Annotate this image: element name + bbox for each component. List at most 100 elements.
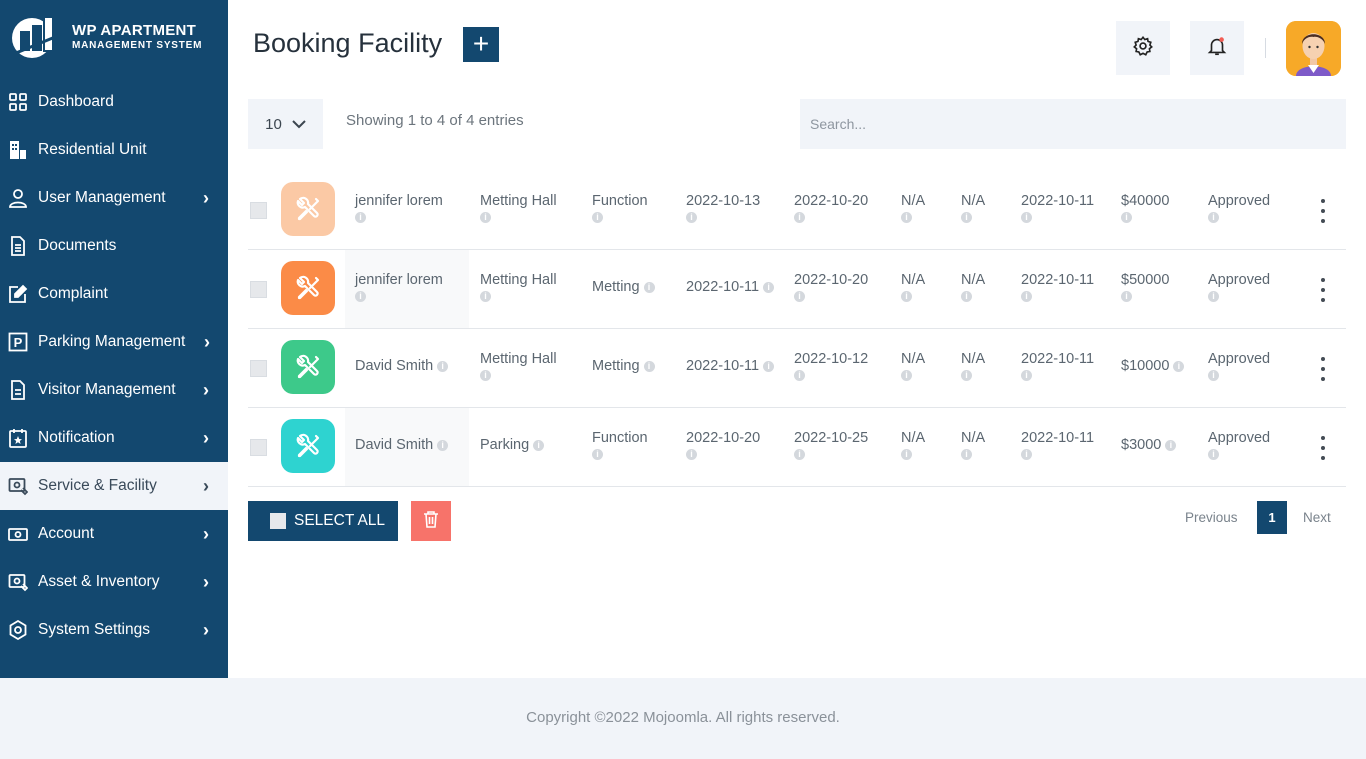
info-icon[interactable]: i	[794, 291, 805, 302]
row-actions-kebab-icon[interactable]	[1318, 278, 1328, 302]
info-icon[interactable]: i	[794, 370, 805, 381]
notifications-button[interactable]	[1190, 21, 1244, 75]
status-cell: Approved i	[1208, 272, 1270, 302]
info-icon[interactable]: i	[686, 449, 697, 460]
add-booking-button[interactable]: +	[463, 27, 499, 62]
info-icon[interactable]: i	[437, 360, 449, 372]
cell-text: 2022-10-11	[1021, 351, 1095, 367]
row-checkbox[interactable]	[250, 360, 267, 377]
amount-cell: $10000 i	[1121, 358, 1185, 374]
info-icon[interactable]: i	[1165, 439, 1177, 451]
info-icon[interactable]: i	[1208, 370, 1219, 381]
info-icon[interactable]: i	[794, 449, 805, 460]
info-icon[interactable]: i	[961, 212, 972, 223]
sidebar-item-parking-management[interactable]: P Parking Management ›	[0, 318, 228, 366]
info-icon[interactable]: i	[643, 360, 655, 372]
sidebar-item-label: Dashboard	[38, 93, 114, 110]
info-icon[interactable]: i	[961, 370, 972, 381]
info-icon[interactable]: i	[1121, 212, 1132, 223]
page-length-select[interactable]: 10	[248, 99, 323, 149]
info-icon[interactable]: i	[480, 212, 491, 223]
na-cell: N/A i	[901, 193, 925, 223]
settings-button[interactable]	[1116, 21, 1170, 75]
info-icon[interactable]: i	[794, 212, 805, 223]
facility-cell: Parking i	[480, 437, 545, 453]
amount-cell: $40000 i	[1121, 193, 1169, 223]
info-icon[interactable]: i	[901, 449, 912, 460]
info-icon[interactable]: i	[1208, 291, 1219, 302]
info-icon[interactable]: i	[1173, 360, 1185, 372]
brand-title: WP APARTMENT	[72, 21, 197, 39]
info-icon[interactable]: i	[1121, 291, 1132, 302]
sidebar-item-residential-unit[interactable]: Residential Unit	[0, 126, 228, 174]
table-row[interactable]: jennifer lorem i Metting Hall i Function i 202…	[248, 171, 1346, 250]
table-row[interactable]: David Smith i Parking i Function i 2022-10-20 i…	[248, 408, 1346, 487]
table-row[interactable]: David Smith i Metting Hall i Metting i 2022-10…	[248, 329, 1346, 408]
cell-text: N/A	[901, 430, 926, 446]
info-icon[interactable]: i	[355, 291, 366, 302]
cell-text: Approved	[1208, 351, 1271, 367]
info-icon[interactable]: i	[437, 439, 449, 451]
table-row[interactable]: jennifer lorem i Metting Hall i Metting i 2022…	[248, 250, 1346, 329]
info-icon[interactable]: i	[480, 291, 491, 302]
delete-selected-button[interactable]	[411, 501, 451, 541]
chevron-right-icon: ›	[203, 571, 209, 592]
user-avatar[interactable]	[1286, 21, 1341, 76]
info-icon[interactable]: i	[961, 291, 972, 302]
pagination-page-1[interactable]: 1	[1257, 501, 1287, 534]
info-icon[interactable]: i	[961, 449, 972, 460]
sidebar-item-asset-inventory[interactable]: Asset & Inventory ›	[0, 558, 228, 606]
row-actions-kebab-icon[interactable]	[1318, 436, 1328, 460]
booker-name-cell: jennifer lorem i	[355, 272, 443, 302]
sidebar-item-account[interactable]: Account ›	[0, 510, 228, 558]
info-icon[interactable]: i	[901, 291, 912, 302]
sidebar-item-user-management[interactable]: User Management ›	[0, 174, 228, 222]
info-icon[interactable]: i	[592, 212, 603, 223]
sidebar-item-visitor-management[interactable]: Visitor Management ›	[0, 366, 228, 414]
sidebar-item-documents[interactable]: Documents	[0, 222, 228, 270]
info-icon[interactable]: i	[1208, 212, 1219, 223]
info-icon[interactable]: i	[533, 439, 545, 451]
info-icon[interactable]: i	[1208, 449, 1219, 460]
search-input[interactable]	[800, 99, 1346, 149]
info-icon[interactable]: i	[686, 212, 697, 223]
select-all-button[interactable]: SELECT ALL	[248, 501, 398, 541]
sidebar-item-label: Documents	[38, 237, 117, 254]
info-icon[interactable]: i	[355, 212, 366, 223]
end-date-cell: 2022-10-20 i	[794, 272, 868, 302]
info-icon[interactable]: i	[1021, 370, 1032, 381]
facility-cell: Metting Hall i	[480, 193, 557, 223]
info-icon[interactable]: i	[480, 370, 491, 381]
info-icon[interactable]: i	[1021, 291, 1032, 302]
pagination-next[interactable]: Next	[1303, 510, 1331, 525]
info-icon[interactable]: i	[901, 212, 912, 223]
settings-icon	[8, 620, 28, 640]
pagination-previous[interactable]: Previous	[1185, 510, 1238, 525]
info-icon[interactable]: i	[592, 449, 603, 460]
chevron-right-icon: ›	[203, 187, 209, 208]
type-cell: Metting i	[592, 279, 655, 295]
row-actions-kebab-icon[interactable]	[1318, 357, 1328, 381]
info-icon[interactable]: i	[901, 370, 912, 381]
sidebar-item-system-settings[interactable]: System Settings ›	[0, 606, 228, 654]
brand-logo[interactable]: WP APARTMENT MANAGEMENT SYSTEM	[10, 12, 220, 60]
row-checkbox[interactable]	[250, 202, 267, 219]
na-cell: N/A i	[961, 193, 985, 223]
sidebar-item-complaint[interactable]: Complaint	[0, 270, 228, 318]
info-icon[interactable]: i	[763, 281, 775, 293]
logo-building-icon	[10, 13, 68, 59]
cell-text: Approved	[1208, 193, 1271, 209]
row-checkbox[interactable]	[250, 281, 267, 298]
info-icon[interactable]: i	[643, 281, 655, 293]
info-icon[interactable]: i	[1021, 449, 1032, 460]
row-actions-kebab-icon[interactable]	[1318, 199, 1328, 223]
cell-text: N/A	[901, 193, 926, 209]
row-checkbox[interactable]	[250, 439, 267, 456]
facility-tools-icon	[281, 340, 335, 394]
info-icon[interactable]: i	[1021, 212, 1032, 223]
na-cell: N/A i	[901, 351, 925, 381]
sidebar-item-service-facility[interactable]: Service & Facility ›	[0, 462, 228, 510]
sidebar-item-dashboard[interactable]: Dashboard	[0, 78, 228, 126]
info-icon[interactable]: i	[763, 360, 775, 372]
sidebar-item-notification[interactable]: Notification ›	[0, 414, 228, 462]
